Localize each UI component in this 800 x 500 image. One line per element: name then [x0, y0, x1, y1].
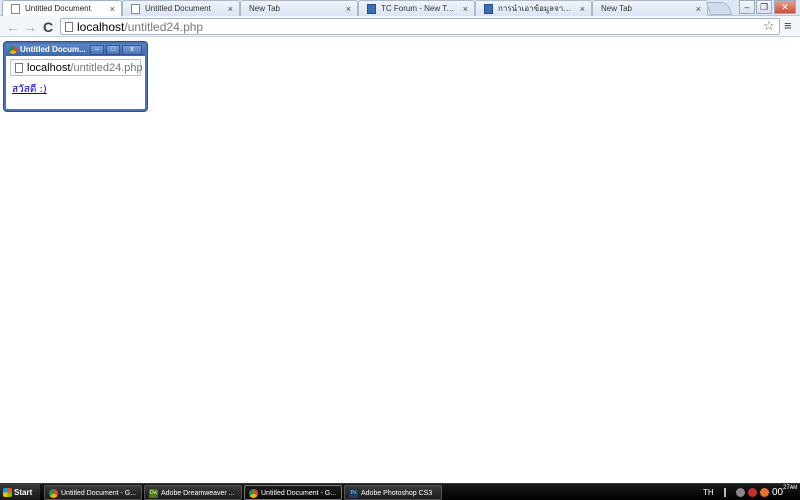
system-clock[interactable]: 0027AM — [772, 484, 797, 500]
url-path: /untitled24.php — [124, 20, 204, 34]
forum-icon — [484, 4, 493, 14]
task-label: Adobe Photoshop CS3 — [361, 490, 433, 497]
popup-restore-button[interactable]: □ — [106, 45, 120, 55]
tab-tc-forum[interactable]: TC Forum - New Topic :: เว็บ × — [358, 0, 475, 16]
clock-minutes: 27 — [783, 485, 790, 491]
tab-thai-database[interactable]: การนำเอาข้อมูลจากฐานข้อมูล × — [475, 0, 592, 16]
page-icon — [65, 22, 73, 32]
photoshop-icon: Ps — [349, 489, 358, 498]
popup-title: Untitled Docum... — [20, 45, 86, 54]
tab-strip: Untitled Document × Untitled Document × … — [0, 0, 800, 16]
tab-untitled-document-2[interactable]: Untitled Document × — [122, 0, 240, 16]
task-label: Adobe Dreamweaver ... — [161, 490, 235, 497]
popup-minimize-button[interactable]: – — [90, 45, 104, 55]
popup-close-button[interactable]: x — [122, 45, 142, 55]
taskbar-item-chrome-1[interactable]: Untitled Document - G... — [44, 485, 142, 500]
popup-url-text: localhost/untitled24.php — [27, 61, 143, 75]
minimize-button[interactable]: – — [739, 0, 755, 14]
restore-button[interactable]: ❐ — [756, 0, 772, 14]
chrome-icon — [9, 46, 17, 54]
page-icon — [11, 4, 20, 14]
close-button[interactable]: ✕ — [774, 0, 796, 14]
url-host: localhost — [77, 20, 125, 34]
new-tab-button[interactable] — [705, 2, 733, 15]
tab-close-icon[interactable]: × — [463, 1, 468, 16]
menu-icon[interactable]: ≡ — [784, 18, 792, 33]
taskbar-item-chrome-2[interactable]: Untitled Document - G... — [244, 485, 342, 500]
start-label: Start — [14, 488, 33, 497]
tab-close-icon[interactable]: × — [228, 1, 233, 16]
clock-ampm: AM — [789, 485, 798, 491]
address-bar[interactable]: localhost/untitled24.php — [60, 18, 780, 35]
tab-label: TC Forum - New Topic :: เว็บ — [381, 4, 457, 13]
tab-untitled-document-1[interactable]: Untitled Document × — [2, 0, 122, 16]
tab-label: Untitled Document — [25, 4, 91, 13]
url-path: /untitled24.php — [70, 62, 143, 74]
taskbar: Start Untitled Document - G... Dw Adobe … — [0, 483, 800, 500]
url-text[interactable]: localhost/untitled24.php — [77, 20, 203, 34]
tab-close-icon[interactable]: × — [696, 1, 701, 16]
tab-label: Untitled Document — [145, 4, 211, 13]
taskbar-item-photoshop[interactable]: Ps Adobe Photoshop CS3 — [344, 485, 442, 500]
chrome-icon — [249, 489, 258, 498]
url-host: localhost — [27, 62, 71, 74]
tab-label: New Tab — [249, 4, 280, 13]
network-icon[interactable] — [736, 488, 745, 497]
tab-close-icon[interactable]: × — [346, 1, 351, 16]
reload-button[interactable]: C — [40, 19, 56, 35]
task-label: Untitled Document - G... — [61, 490, 137, 497]
page-icon — [131, 4, 140, 14]
tray-arrow-icon[interactable] — [724, 488, 730, 497]
dreamweaver-icon: Dw — [149, 489, 158, 498]
tab-label: การนำเอาข้อมูลจากฐานข้อมูล — [498, 4, 574, 13]
tab-new-tab-2[interactable]: New Tab × — [592, 0, 708, 16]
tab-close-icon[interactable]: × — [110, 1, 115, 16]
chrome-icon — [49, 489, 58, 498]
page-icon — [15, 63, 23, 73]
task-label: Untitled Document - G... — [261, 490, 337, 497]
tab-new-tab-1[interactable]: New Tab × — [240, 0, 358, 16]
browser-toolbar: ← → C localhost/untitled24.php — [0, 16, 800, 37]
tab-close-icon[interactable]: × — [580, 1, 585, 16]
clock-hours: 00 — [772, 487, 784, 498]
windows-icon — [3, 488, 12, 497]
popup-address-bar[interactable]: localhost/untitled24.php — [10, 59, 143, 76]
greeting-link[interactable]: สวัสดี :) — [12, 82, 47, 97]
tab-label: New Tab — [601, 4, 632, 13]
language-indicator[interactable]: TH — [703, 484, 714, 500]
bookmark-star-icon[interactable]: ☆ — [763, 18, 775, 34]
forum-icon — [367, 4, 376, 14]
back-button[interactable]: ← — [5, 19, 21, 35]
notification-icon[interactable] — [760, 488, 769, 497]
forward-button[interactable]: → — [22, 19, 38, 35]
security-alert-icon[interactable] — [748, 488, 757, 497]
popup-title-bar[interactable]: Untitled Docum... – □ x — [6, 44, 145, 56]
start-button[interactable]: Start — [0, 484, 40, 500]
taskbar-item-dreamweaver[interactable]: Dw Adobe Dreamweaver ... — [144, 485, 242, 500]
popup-window: Untitled Docum... – □ x localhost/untitl… — [4, 42, 147, 111]
